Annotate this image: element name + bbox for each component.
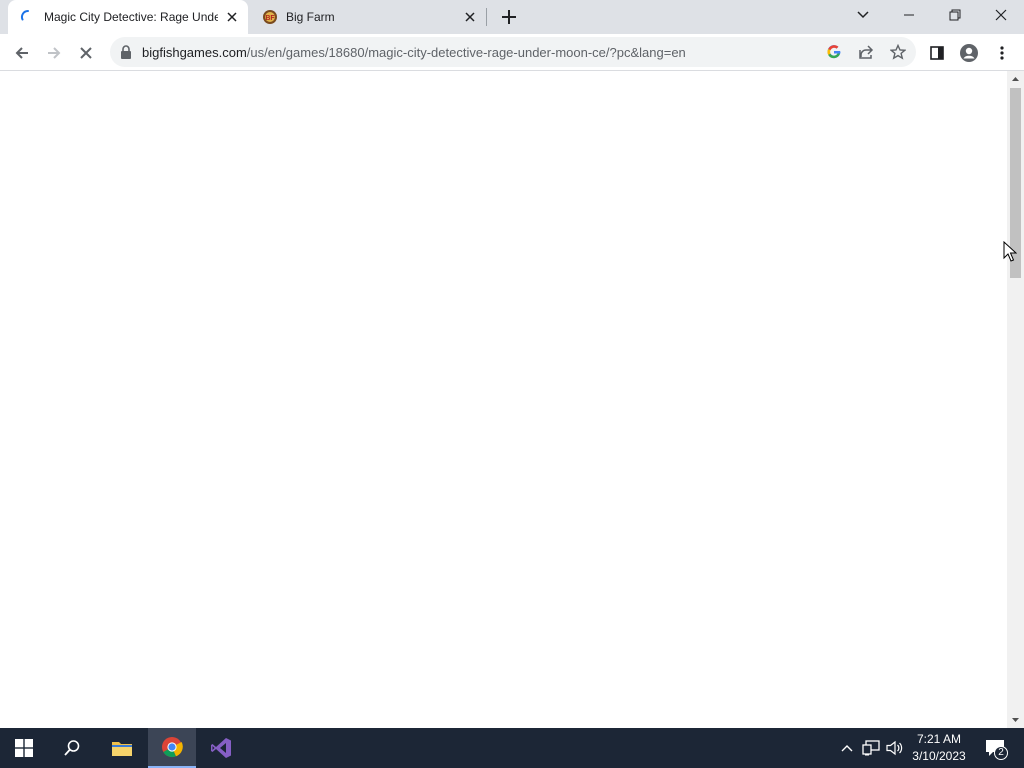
back-button[interactable] (9, 40, 35, 66)
start-button[interactable] (0, 728, 48, 768)
tab-title: Big Farm (286, 10, 335, 24)
avatar-icon (960, 44, 978, 62)
volume-button[interactable] (884, 728, 906, 768)
clock-time: 7:21 AM (916, 732, 962, 746)
tab-search-button[interactable] (840, 0, 886, 30)
close-icon[interactable] (224, 9, 240, 25)
scroll-up-arrow-icon[interactable] (1011, 75, 1020, 84)
mouse-cursor-icon (1003, 241, 1017, 262)
browser-toolbar: bigfishgames.com/us/en/games/18680/magic… (0, 34, 1024, 71)
google-lens-icon[interactable] (826, 44, 842, 60)
search-icon (64, 740, 80, 756)
page-content (0, 71, 1007, 728)
menu-button[interactable] (989, 40, 1015, 66)
file-explorer-button[interactable] (98, 728, 146, 768)
show-hidden-icons-button[interactable] (838, 728, 856, 768)
lock-icon[interactable] (120, 45, 132, 59)
stop-loading-button[interactable] (73, 40, 99, 66)
notifications-button[interactable]: 2 (980, 728, 1010, 768)
close-icon (80, 47, 92, 59)
new-tab-plus-icon[interactable] (498, 6, 520, 28)
loading-spinner-icon (20, 9, 29, 21)
folder-icon (112, 742, 132, 756)
bookmark-star-icon[interactable] (890, 44, 906, 60)
url-host: bigfishgames.com (142, 45, 247, 60)
more-vertical-icon (1000, 46, 1004, 60)
share-icon[interactable] (858, 44, 874, 60)
clock-date: 3/10/2023 (912, 749, 966, 763)
tab-title: Magic City Detective: Rage Unde (44, 10, 218, 24)
tab-big-farm[interactable]: BF Big Farm (250, 0, 486, 34)
notification-count-badge: 2 (994, 746, 1008, 760)
side-panel-icon (930, 46, 944, 60)
close-icon (995, 9, 1007, 21)
vertical-scrollbar[interactable] (1007, 71, 1024, 728)
tab-separator (486, 8, 487, 26)
chevron-down-icon (857, 11, 869, 19)
address-bar[interactable]: bigfishgames.com/us/en/games/18680/magic… (110, 37, 916, 67)
url-text[interactable]: bigfishgames.com/us/en/games/18680/magic… (142, 45, 686, 60)
tab-bar: Magic City Detective: Rage Unde BF Big F… (0, 0, 1024, 34)
forward-arrow-icon (48, 47, 61, 59)
visual-studio-icon (211, 738, 231, 758)
url-path: /us/en/games/18680/magic-city-detective-… (246, 45, 686, 60)
speaker-icon (886, 740, 903, 756)
forward-button[interactable] (41, 40, 67, 66)
chrome-icon (162, 737, 183, 758)
system-clock[interactable]: 7:21 AM 3/10/2023 (904, 731, 974, 765)
scroll-down-arrow-icon[interactable] (1011, 715, 1020, 724)
visual-studio-taskbar-button[interactable] (197, 728, 245, 768)
chevron-up-icon (841, 745, 853, 752)
search-button[interactable] (48, 728, 96, 768)
big-farm-favicon-icon: BF (263, 10, 277, 24)
windows-logo-icon (15, 739, 33, 757)
windows-taskbar: 7:21 AM 3/10/2023 2 (0, 728, 1024, 768)
minimize-button[interactable] (886, 0, 932, 30)
chrome-taskbar-button[interactable] (148, 728, 196, 768)
svg-text:BF: BF (265, 15, 275, 22)
profile-button[interactable] (956, 40, 982, 66)
restore-button[interactable] (932, 0, 978, 30)
minimize-icon (904, 14, 914, 16)
back-arrow-icon (15, 47, 28, 59)
network-icon (862, 740, 880, 756)
side-panel-button[interactable] (924, 40, 950, 66)
network-button[interactable] (860, 728, 882, 768)
close-window-button[interactable] (978, 0, 1024, 30)
restore-icon (949, 9, 961, 21)
tab-magic-city-detective[interactable]: Magic City Detective: Rage Unde (8, 0, 248, 34)
close-icon[interactable] (462, 9, 478, 25)
